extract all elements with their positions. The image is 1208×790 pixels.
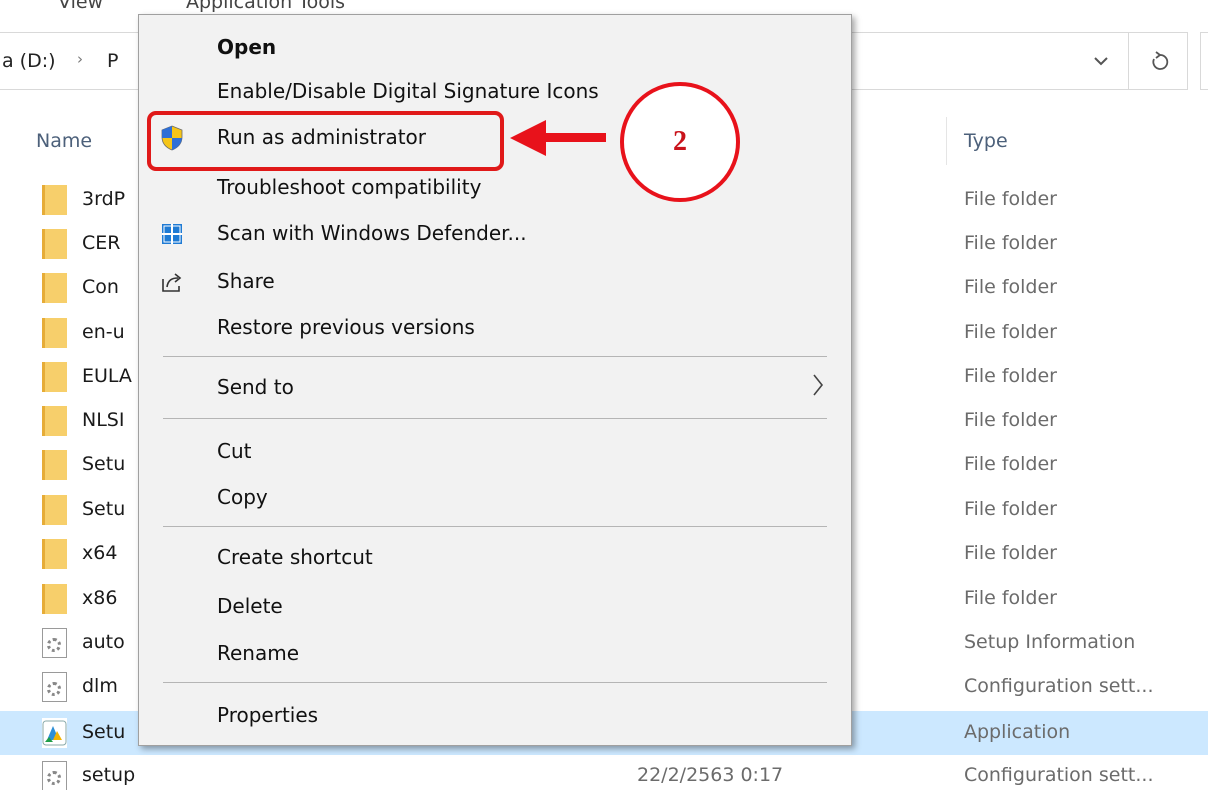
file-type: File folder	[964, 453, 1057, 475]
chevron-down-icon	[1094, 57, 1108, 66]
arrow-shaft	[544, 133, 606, 142]
menu-item-label: Restore previous versions	[217, 315, 475, 339]
menu-separator	[163, 356, 827, 357]
file-type: File folder	[964, 232, 1057, 254]
menu-item-restore-previous-versions[interactable]: Restore previous versions	[139, 307, 851, 347]
menu-item-label: Send to	[217, 375, 294, 399]
settings-file-icon	[42, 628, 67, 658]
folder-icon	[42, 318, 67, 348]
column-header-type[interactable]: Type	[964, 130, 1008, 152]
menu-item-scan[interactable]: Scan with Windows Defender...	[139, 213, 851, 253]
file-type: File folder	[964, 365, 1057, 387]
column-header-name[interactable]: Name	[36, 130, 92, 152]
windows-defender-icon	[157, 219, 187, 249]
menu-item-label: Cut	[217, 439, 252, 463]
menu-item-rename[interactable]: Rename	[139, 633, 851, 673]
menu-separator	[163, 682, 827, 683]
menu-separator	[163, 418, 827, 419]
file-type: File folder	[964, 409, 1057, 431]
menu-item-copy[interactable]: Copy	[139, 477, 851, 517]
file-name: x64	[82, 542, 118, 564]
file-name: en-u	[82, 321, 125, 343]
settings-file-icon	[42, 672, 67, 702]
menu-item-share[interactable]: Share	[139, 261, 851, 301]
folder-icon	[42, 450, 67, 480]
menu-item-label: Create shortcut	[217, 545, 373, 569]
menu-item-properties[interactable]: Properties	[139, 695, 851, 735]
menu-item-cut[interactable]: Cut	[139, 431, 851, 471]
file-name: auto	[82, 631, 125, 653]
step-badge: 2	[620, 82, 740, 202]
file-name: Con	[82, 276, 119, 298]
file-type: Application	[964, 721, 1071, 743]
folder-icon	[42, 495, 67, 525]
folder-icon	[42, 539, 67, 569]
refresh-button[interactable]	[1138, 33, 1182, 89]
file-date: 22/2/2563 0:17	[637, 764, 784, 786]
file-type: Setup Information	[964, 631, 1136, 653]
search-box-edge[interactable]	[1200, 32, 1208, 90]
folder-icon	[42, 273, 67, 303]
file-name: setup	[82, 764, 136, 786]
file-type: File folder	[964, 321, 1057, 343]
file-type: Configuration sett...	[964, 764, 1154, 786]
file-name: 3rdP	[82, 188, 126, 210]
menu-item-create-shortcut[interactable]: Create shortcut	[139, 537, 851, 577]
file-row[interactable]: setup 22/2/2563 0:17 Configuration sett.…	[0, 754, 1208, 790]
share-icon	[157, 267, 187, 297]
address-history-button[interactable]	[1078, 33, 1124, 89]
tab-application-tools[interactable]: Application Tools	[186, 0, 345, 13]
folder-icon	[42, 185, 67, 215]
folder-icon	[42, 406, 67, 436]
menu-item-label: Enable/Disable Digital Signature Icons	[217, 79, 599, 103]
menu-item-label: Copy	[217, 485, 268, 509]
file-type: Configuration sett...	[964, 675, 1154, 697]
file-name: Setu	[82, 498, 126, 520]
menu-item-label: Share	[217, 269, 275, 293]
highlight-box	[147, 111, 504, 171]
file-name: dlm	[82, 675, 118, 697]
file-type: File folder	[964, 188, 1057, 210]
file-type: File folder	[964, 542, 1057, 564]
column-divider[interactable]	[946, 117, 947, 165]
menu-item-label: Properties	[217, 703, 319, 727]
menu-item-label: Open	[217, 35, 277, 59]
menu-item-label: Delete	[217, 594, 283, 618]
menu-item-troubleshoot[interactable]: Troubleshoot compatibility	[139, 167, 851, 207]
menu-item-send-to[interactable]: Send to	[139, 367, 851, 407]
step-number: 2	[673, 126, 687, 157]
ribbon-tabs: View Application Tools	[0, 0, 1208, 14]
menu-item-label: Troubleshoot compatibility	[217, 175, 482, 199]
file-name: NLSI	[82, 409, 125, 431]
breadcrumb-drive[interactable]: a (D:)	[2, 50, 56, 72]
tab-view[interactable]: View	[58, 0, 103, 13]
app-icon	[42, 718, 67, 748]
menu-item-open[interactable]: Open	[139, 27, 851, 67]
file-type: File folder	[964, 498, 1057, 520]
menu-item-digital-signature[interactable]: Enable/Disable Digital Signature Icons	[139, 71, 851, 111]
menu-item-delete[interactable]: Delete	[139, 586, 851, 626]
breadcrumb-folder[interactable]: P	[107, 50, 118, 72]
folder-icon	[42, 229, 67, 259]
file-name: CER	[82, 232, 121, 254]
file-type: File folder	[964, 587, 1057, 609]
settings-file-icon	[42, 761, 67, 790]
folder-icon	[42, 584, 67, 614]
file-name: Setu	[82, 721, 126, 743]
refresh-icon	[1152, 51, 1169, 70]
chevron-right-icon	[813, 374, 824, 396]
menu-item-label: Scan with Windows Defender...	[217, 221, 527, 245]
file-type: File folder	[964, 276, 1057, 298]
menu-separator	[163, 526, 827, 527]
address-divider	[1128, 33, 1129, 89]
arrow-left-icon	[510, 120, 546, 156]
file-name: x86	[82, 587, 118, 609]
file-name: Setu	[82, 453, 126, 475]
breadcrumb-separator[interactable]: ›	[77, 50, 83, 68]
folder-icon	[42, 362, 67, 392]
menu-item-label: Rename	[217, 641, 300, 665]
file-name: EULA	[82, 365, 132, 387]
